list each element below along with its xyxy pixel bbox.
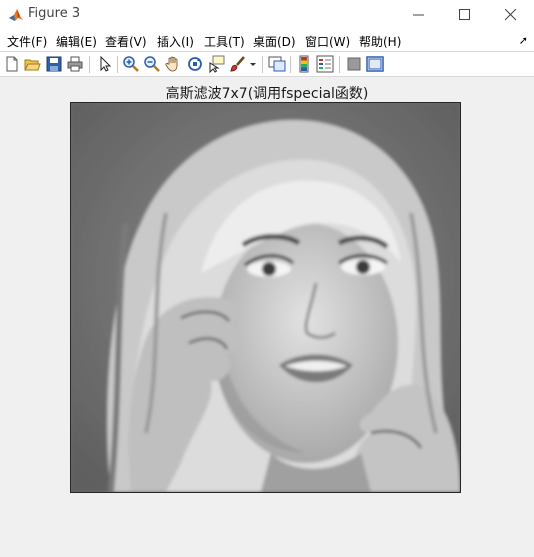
menu-help[interactable]: 帮助(H) <box>359 33 401 50</box>
window-title: Figure 3 <box>28 6 81 21</box>
zoom-out-icon[interactable] <box>143 55 161 73</box>
menu-desktop[interactable]: 桌面(D) <box>253 33 296 50</box>
minimize-button[interactable] <box>396 0 442 30</box>
toolbar-separator <box>117 56 118 73</box>
close-button[interactable] <box>488 0 534 30</box>
title-bar[interactable]: Figure 3 <box>0 0 534 30</box>
toolbar-separator <box>262 56 263 73</box>
zoom-in-icon[interactable] <box>122 55 140 73</box>
menu-edit[interactable]: 编辑(E) <box>56 33 97 50</box>
toolbar-separator <box>339 56 340 73</box>
insert-legend-icon[interactable] <box>316 55 334 73</box>
save-icon[interactable] <box>45 55 63 73</box>
brush-icon[interactable] <box>229 55 247 73</box>
figure-toolbar <box>0 51 534 77</box>
toolbar-separator <box>290 56 291 73</box>
menu-window[interactable]: 窗口(W) <box>305 33 350 50</box>
pan-hand-icon[interactable] <box>164 55 182 73</box>
toolbar-separator <box>89 56 90 73</box>
matlab-logo-icon <box>8 7 24 23</box>
hide-plot-tools-icon[interactable] <box>345 55 363 73</box>
open-file-icon[interactable] <box>23 55 41 73</box>
brush-dropdown-icon[interactable] <box>248 55 258 73</box>
minimize-icon <box>413 14 424 16</box>
new-figure-icon[interactable] <box>3 55 21 73</box>
blurred-portrait-image <box>71 103 460 492</box>
link-plot-icon[interactable] <box>268 55 286 73</box>
menu-file[interactable]: 文件(F) <box>7 33 47 50</box>
figure-canvas: 高斯滤波7x7(调用fspecial函数) <box>0 77 534 547</box>
insert-colorbar-icon[interactable] <box>295 55 313 73</box>
menu-insert[interactable]: 插入(I) <box>157 33 194 50</box>
menu-overflow-arrow-icon[interactable]: ➚ <box>519 34 528 47</box>
status-strip <box>0 547 534 557</box>
print-icon[interactable] <box>66 55 84 73</box>
edit-plot-arrow-icon[interactable] <box>96 55 114 73</box>
maximize-button[interactable] <box>442 0 488 30</box>
image-axes[interactable] <box>70 102 461 493</box>
show-plot-tools-icon[interactable] <box>366 55 384 73</box>
axes-title: 高斯滤波7x7(调用fspecial函数) <box>165 86 369 102</box>
figure-window: Figure 3 文件(F) 编辑(E) 查看(V) 插入(I) 工具(T) 桌… <box>0 0 534 557</box>
rotate-3d-icon[interactable] <box>186 55 204 73</box>
menu-bar: 文件(F) 编辑(E) 查看(V) 插入(I) 工具(T) 桌面(D) 窗口(W… <box>0 30 534 51</box>
menu-tools[interactable]: 工具(T) <box>204 33 245 50</box>
menu-view[interactable]: 查看(V) <box>105 33 147 50</box>
data-cursor-icon[interactable] <box>207 55 225 73</box>
close-icon <box>505 9 517 21</box>
maximize-icon <box>459 9 470 20</box>
